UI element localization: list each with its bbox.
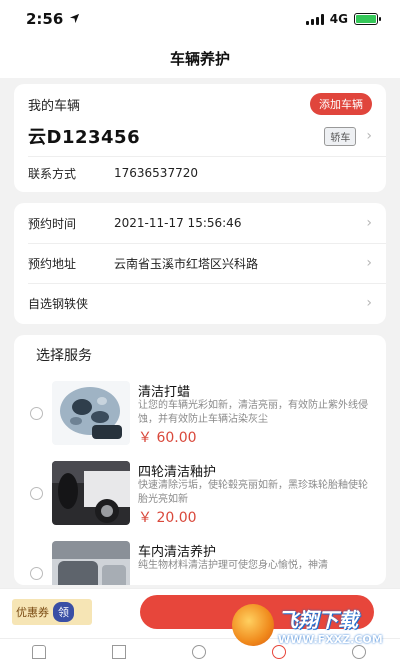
- chevron-right-icon: ›: [366, 215, 372, 231]
- technician-row[interactable]: 自选钢轶侠 ›: [28, 284, 372, 322]
- service-image-wheel: [52, 461, 130, 525]
- vehicle-header: 我的车辆 添加车辆: [28, 92, 372, 116]
- service-radio[interactable]: [30, 487, 43, 500]
- divider: [28, 156, 386, 157]
- status-left: 2:56: [26, 10, 80, 28]
- service-image-interior: [52, 541, 130, 585]
- signal-icon: [305, 13, 324, 25]
- time-label: 预约时间: [28, 216, 77, 231]
- watermark-text: 飞翔下载 WWW.FXXZ.COM: [278, 604, 383, 646]
- service-name: 车内清洁养护: [138, 545, 217, 560]
- vehicle-label: 我的车辆: [28, 98, 81, 114]
- watermark-logo-icon: [232, 604, 274, 646]
- page-title: 车辆养护: [169, 49, 230, 68]
- chevron-right-icon: ›: [366, 128, 372, 144]
- service-name: 四轮清洁釉护: [138, 465, 217, 480]
- service-card: 选择服务 清洁打蜡 让您的车辆光彩如新，清洁亮丽，有效防止紫外线侵蚀，并有效防止…: [14, 335, 386, 585]
- address-value: 云南省玉溪市红塔区兴科路: [114, 256, 259, 271]
- contact-value: 17636537720: [114, 166, 198, 180]
- service-item[interactable]: 车内清洁养护 纯生物材料清洁护理可使您身心愉悦，神清: [14, 541, 386, 585]
- service-section-title: 选择服务: [36, 348, 92, 364]
- vehicle-type-tag: 轿车: [324, 126, 357, 146]
- add-vehicle-button[interactable]: 添加车辆: [310, 93, 372, 115]
- appointment-address-row[interactable]: 预约地址 云南省玉溪市红塔区兴科路 ›: [28, 244, 372, 282]
- contact-row: 联系方式 17636537720: [28, 162, 372, 184]
- status-time: 2:56: [26, 10, 64, 28]
- nav-bar: 车辆养护: [0, 38, 400, 78]
- tab-cart-icon[interactable]: [112, 645, 126, 659]
- service-desc: 快速清除污垢，使轮毂亮丽如新，黑珍珠轮胎釉使轮胎光亮如新: [138, 480, 368, 505]
- time-value: 2021-11-17 15:56:46: [114, 216, 242, 230]
- technician-label: 自选钢轶侠: [28, 296, 89, 311]
- location-arrow-icon: [69, 10, 80, 28]
- contact-label: 联系方式: [28, 166, 77, 181]
- service-desc: 让您的车辆光彩如新，清洁亮丽，有效防止紫外线侵蚀，并有效防止车辆沾染灰尘: [138, 400, 368, 425]
- watermark: 飞翔下载 WWW.FXXZ.COM: [232, 600, 392, 650]
- address-label: 预约地址: [28, 256, 77, 271]
- service-price: ￥ 60.00: [138, 430, 197, 446]
- status-right: 4G: [305, 12, 381, 26]
- service-item[interactable]: 四轮清洁釉护 快速清除污垢，使轮毂亮丽如新，黑珍珠轮胎釉使轮胎光亮如新 ￥ 20…: [14, 461, 386, 531]
- coupon-claim-badge: 领: [53, 602, 74, 622]
- tab-home-icon[interactable]: [32, 645, 46, 659]
- service-image-waxing: [52, 381, 130, 445]
- chevron-right-icon: ›: [366, 295, 372, 311]
- coupon-button[interactable]: 优惠券 领: [12, 599, 92, 625]
- vehicle-card: 我的车辆 添加车辆 云D123456 轿车 › 联系方式 17636537720: [14, 84, 386, 192]
- appointment-card: 预约时间 2021-11-17 15:56:46 › 预约地址 云南省玉溪市红塔…: [14, 203, 386, 324]
- appointment-time-row[interactable]: 预约时间 2021-11-17 15:56:46 ›: [28, 204, 372, 242]
- plate-right: 轿车 ›: [324, 126, 372, 146]
- service-desc: 纯生物材料清洁护理可使您身心愉悦，神清: [138, 560, 328, 571]
- watermark-en: WWW.FXXZ.COM: [278, 633, 383, 646]
- service-price: ￥ 20.00: [138, 510, 197, 526]
- service-radio[interactable]: [30, 567, 43, 580]
- watermark-cn: 飞翔下载: [278, 608, 358, 632]
- service-radio[interactable]: [30, 407, 43, 420]
- vehicle-plate-row[interactable]: 云D123456 轿车 ›: [28, 122, 372, 150]
- network-label: 4G: [329, 12, 348, 26]
- coupon-label: 优惠券: [16, 606, 49, 619]
- service-item[interactable]: 清洁打蜡 让您的车辆光彩如新，清洁亮丽，有效防止紫外线侵蚀，并有效防止车辆沾染灰…: [14, 381, 386, 451]
- status-bar: 2:56 4G: [0, 0, 400, 38]
- battery-icon: [354, 13, 381, 25]
- chevron-right-icon: ›: [366, 255, 372, 271]
- tab-user-icon[interactable]: [192, 645, 206, 659]
- service-name: 清洁打蜡: [138, 385, 191, 400]
- plate-number: 云D123456: [28, 127, 141, 148]
